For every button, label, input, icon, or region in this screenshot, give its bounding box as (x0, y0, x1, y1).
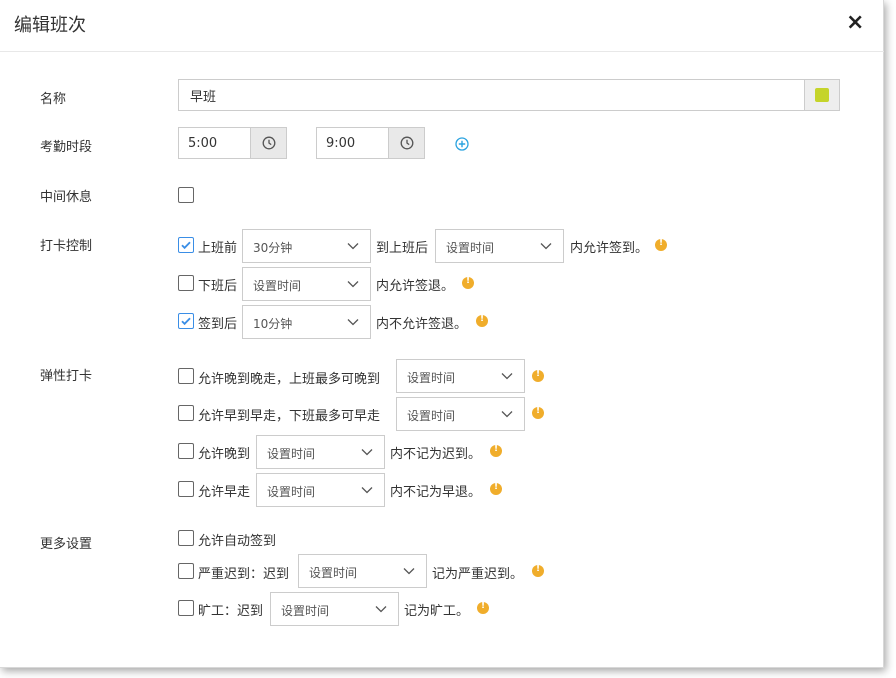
clock-icon[interactable] (388, 128, 424, 158)
auto-signin-checkbox[interactable] (178, 530, 194, 546)
flex-late-select[interactable]: 设置时间 (396, 359, 525, 393)
punch-in-allowed-text: 内允许签到。 (570, 241, 649, 256)
chevron-down-icon (361, 449, 373, 456)
name-label: 名称 (40, 92, 67, 107)
chevron-down-icon (403, 568, 415, 575)
select-value: 设置时间 (281, 604, 330, 618)
absent-result-text: 记为旷工。 (404, 604, 470, 619)
allow-early-checkbox[interactable] (178, 481, 194, 497)
info-icon[interactable] (532, 406, 544, 419)
allow-late-checkbox[interactable] (178, 443, 194, 459)
break-checkbox[interactable] (178, 187, 194, 203)
severe-late-checkbox[interactable] (178, 563, 194, 579)
dialog-header: 编辑班次 × (0, 0, 884, 52)
info-icon[interactable] (655, 238, 667, 251)
select-value: 10分钟 (253, 317, 293, 331)
select-value: 设置时间 (267, 485, 316, 499)
color-picker-button[interactable] (804, 80, 839, 110)
select-value: 设置时间 (267, 447, 316, 461)
allow-early-select[interactable]: 设置时间 (256, 473, 385, 507)
chevron-down-icon (347, 319, 359, 326)
punch-before-checkbox[interactable] (178, 237, 194, 253)
select-value: 设置时间 (407, 409, 456, 423)
info-icon[interactable] (477, 601, 489, 614)
info-icon[interactable] (532, 369, 544, 382)
add-period-icon[interactable] (455, 137, 469, 155)
info-icon[interactable] (490, 482, 502, 495)
dialog-title: 编辑班次 (14, 15, 86, 36)
severe-late-text: 严重迟到：迟到 (198, 567, 290, 582)
punch-label: 打卡控制 (40, 239, 93, 254)
punch-before-text: 上班前 (198, 241, 238, 256)
select-value: 设置时间 (446, 241, 495, 255)
flex-late-text: 允许晚到晚走，上班最多可晚到 (198, 372, 381, 387)
punch-offduty-select[interactable]: 设置时间 (242, 267, 371, 301)
name-field[interactable] (178, 79, 840, 111)
chevron-down-icon (375, 606, 387, 613)
after-signin-checkbox[interactable] (178, 313, 194, 329)
after-signin-text: 签到后 (198, 317, 238, 332)
info-icon[interactable] (476, 314, 488, 327)
break-label: 中间休息 (40, 190, 93, 205)
edit-shift-dialog: 编辑班次 × 名称 考勤时段 5:00 9:00 中间休息 打卡控制 上班前 3… (0, 0, 884, 668)
end-time-field[interactable]: 9:00 (316, 127, 425, 159)
period-label: 考勤时段 (40, 140, 93, 155)
auto-signin-text: 允许自动签到 (198, 534, 277, 549)
chevron-down-icon (501, 411, 513, 418)
end-time-value: 9:00 (326, 136, 356, 151)
start-time-field[interactable]: 5:00 (178, 127, 287, 159)
close-icon[interactable]: × (846, 12, 864, 34)
chevron-down-icon (347, 281, 359, 288)
flex-early-select[interactable]: 设置时间 (396, 397, 525, 431)
select-value: 设置时间 (407, 371, 456, 385)
more-label: 更多设置 (40, 537, 93, 552)
name-input[interactable] (179, 80, 799, 110)
not-early-text: 内不记为早退。 (390, 485, 482, 500)
info-icon[interactable] (532, 564, 544, 577)
flex-early-text: 允许早到早走，下班最多可早走 (198, 409, 381, 424)
allow-early-text: 允许早走 (198, 485, 251, 500)
flex-label: 弹性打卡 (40, 369, 93, 384)
severe-late-result-text: 记为严重迟到。 (432, 567, 524, 582)
flex-early-checkbox[interactable] (178, 405, 194, 421)
start-time-value: 5:00 (188, 136, 218, 151)
absent-select[interactable]: 设置时间 (270, 592, 399, 626)
allow-late-text: 允许晚到 (198, 447, 251, 462)
chevron-down-icon (540, 243, 552, 250)
info-icon[interactable] (490, 444, 502, 457)
punch-offduty-checkbox[interactable] (178, 275, 194, 291)
absent-text: 旷工：迟到 (198, 604, 264, 619)
severe-late-select[interactable]: 设置时间 (298, 554, 427, 588)
absent-checkbox[interactable] (178, 600, 194, 616)
not-late-text: 内不记为迟到。 (390, 447, 482, 462)
info-icon[interactable] (462, 276, 474, 289)
flex-late-checkbox[interactable] (178, 368, 194, 384)
punch-out-allowed-text: 内允许签退。 (376, 279, 455, 294)
select-value: 设置时间 (309, 566, 358, 580)
punch-offduty-text: 下班后 (198, 279, 238, 294)
chevron-down-icon (347, 243, 359, 250)
no-signout-text: 内不允许签退。 (376, 317, 468, 332)
chevron-down-icon (361, 487, 373, 494)
chevron-down-icon (501, 373, 513, 380)
check-icon (181, 317, 191, 326)
select-value: 设置时间 (253, 279, 302, 293)
select-value: 30分钟 (253, 241, 293, 255)
clock-icon[interactable] (250, 128, 286, 158)
punch-after-text: 到上班后 (376, 241, 429, 256)
color-swatch (815, 88, 829, 102)
punch-after-select[interactable]: 设置时间 (435, 229, 564, 263)
punch-before-select[interactable]: 30分钟 (242, 229, 371, 263)
allow-late-select[interactable]: 设置时间 (256, 435, 385, 469)
after-signin-select[interactable]: 10分钟 (242, 305, 371, 339)
check-icon (181, 241, 191, 250)
